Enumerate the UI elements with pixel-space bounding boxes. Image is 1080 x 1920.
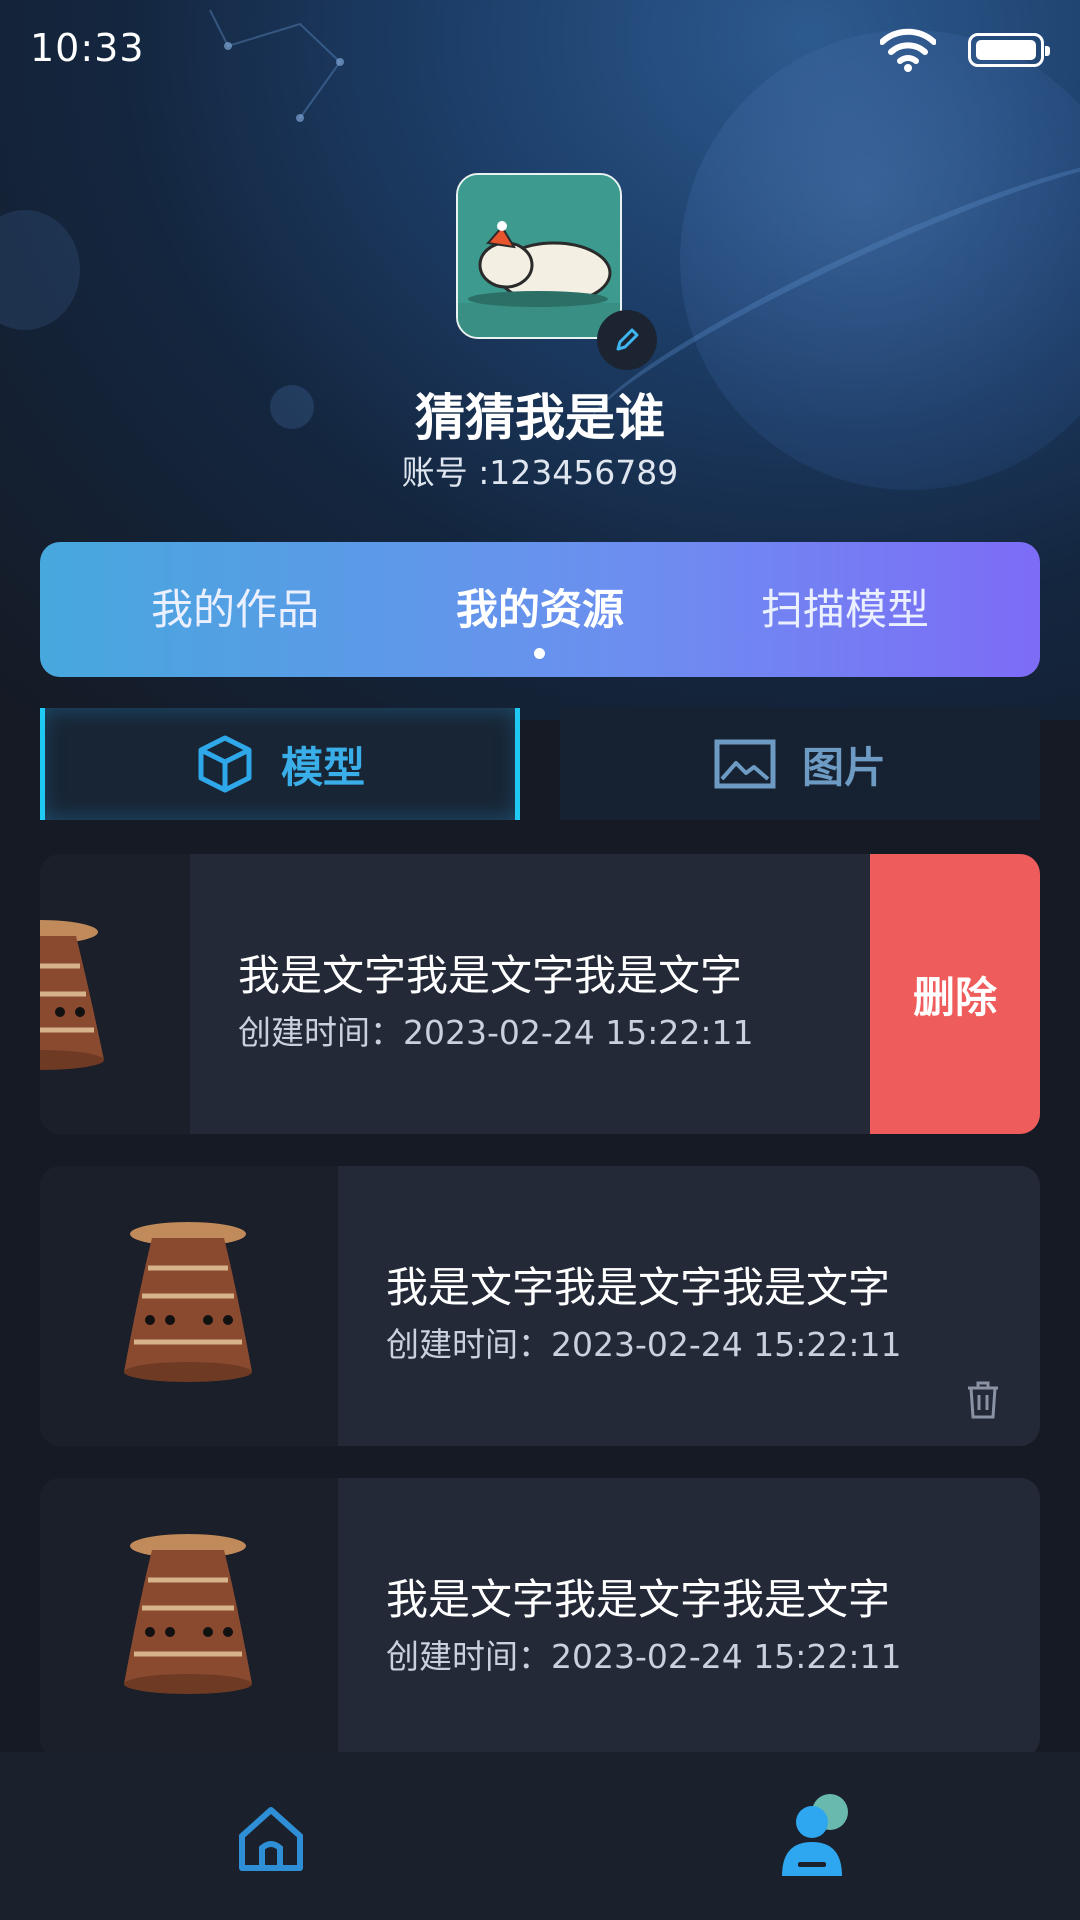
tab-my-works[interactable]: 我的作品: [95, 542, 375, 677]
list-item[interactable]: 我是文字我是文字我是文字 创建时间：2023-02-24 15:22:11: [40, 1478, 1040, 1758]
segment-model-label: 模型: [280, 742, 365, 792]
delete-button[interactable]: 删除: [870, 854, 1040, 1134]
tab-scan-model[interactable]: 扫描模型: [705, 542, 985, 677]
home-icon[interactable]: [236, 1804, 306, 1874]
segment-model[interactable]: 模型: [40, 708, 520, 820]
profile-icon[interactable]: [780, 1792, 856, 1878]
trash-icon[interactable]: [966, 1380, 1000, 1420]
model-thumbnail: [40, 1478, 338, 1758]
model-thumbnail: [40, 1166, 338, 1446]
item-created-time: 创建时间：2023-02-24 15:22:11: [386, 1325, 902, 1364]
image-icon: [714, 739, 776, 789]
item-title: 我是文字我是文字我是文字: [238, 951, 743, 1000]
edit-avatar-button[interactable]: [597, 310, 657, 370]
model-thumbnail: [40, 854, 190, 1134]
battery-icon: [968, 33, 1050, 67]
segment-image-label: 图片: [801, 742, 886, 792]
nickname: 猜猜我是谁: [415, 389, 665, 447]
list-item[interactable]: 我是文字我是文字我是文字 创建时间：2023-02-24 15:22:11: [40, 1166, 1040, 1446]
account-number: 账号 :123456789: [401, 453, 679, 492]
bubble-decoration: [0, 210, 80, 330]
wifi-icon: [880, 28, 936, 72]
item-title: 我是文字我是文字我是文字: [386, 1575, 891, 1624]
item-title: 我是文字我是文字我是文字: [386, 1263, 891, 1312]
item-created-time: 创建时间：2023-02-24 15:22:11: [386, 1637, 902, 1676]
segment-image[interactable]: 图片: [560, 708, 1040, 820]
avatar[interactable]: [456, 173, 622, 339]
bottom-nav: [0, 1752, 1080, 1920]
list-item[interactable]: 我是文字我是文字我是文字 创建时间：2023-02-24 15:22:11 删除: [40, 854, 1040, 1134]
status-time: 10:33: [30, 26, 145, 70]
cube-icon: [198, 735, 252, 793]
pencil-icon: [616, 328, 639, 351]
constellation-decoration: [209, 9, 344, 122]
item-created-time: 创建时间：2023-02-24 15:22:11: [238, 1013, 754, 1052]
active-tab-indicator: [534, 648, 545, 659]
